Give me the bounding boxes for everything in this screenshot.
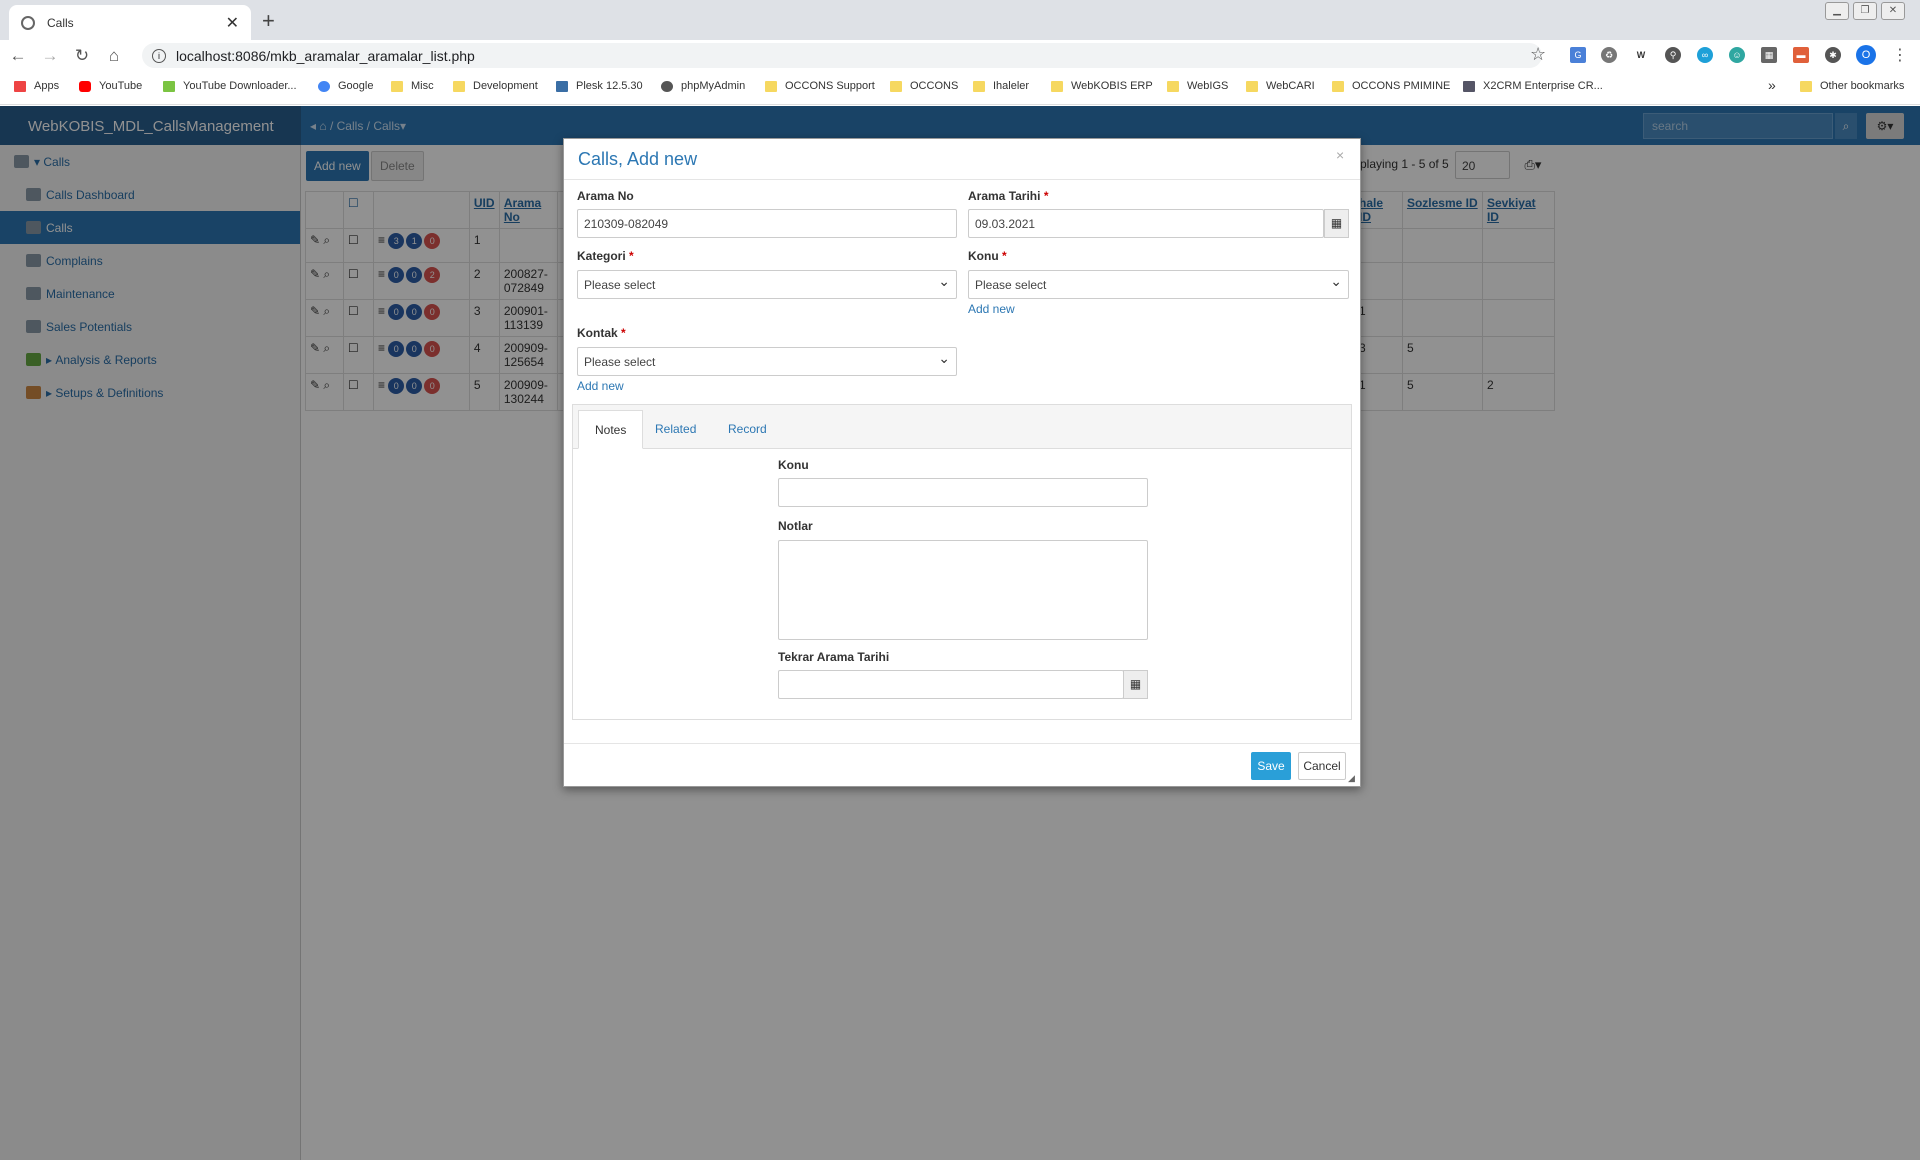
browser-menu-icon[interactable]: ⋮ [1892,45,1908,65]
tab-related[interactable]: Related [639,410,712,449]
new-tab-button[interactable]: + [262,8,275,34]
globe-icon [21,15,35,30]
notes-tab-panel: Notes Related Record Konu Notlar Tekrar … [572,404,1352,720]
bookmarks-bar: Apps YouTube YouTube Downloader... Googl… [0,71,1920,105]
address-bar-row: ← → ↻ ⌂ i localhost:8086/mkb_aramalar_ar… [0,40,1920,71]
bookmark-other[interactable]: Other bookmarks [1800,80,1904,92]
bookmark-occons-pmimine[interactable]: OCCONS PMIMINE [1332,80,1450,92]
info-icon[interactable]: i [152,48,166,63]
tab-notes[interactable]: Notes [578,410,644,449]
cancel-button[interactable]: Cancel [1298,752,1346,780]
dialog-title: Calls, Add new [578,149,698,169]
bookmark-misc[interactable]: Misc [391,80,434,92]
reload-icon[interactable]: ↻ [68,46,96,66]
bookmark-google[interactable]: Google [318,80,373,92]
calendar-icon[interactable]: ▦ [1123,670,1148,699]
face-extension-icon[interactable]: ☺ [1729,47,1745,63]
notlar-textarea[interactable] [778,540,1148,640]
save-button[interactable]: Save [1251,752,1291,780]
dialog-close-icon[interactable]: × [1336,147,1344,163]
tekrar-arama-tarihi-field[interactable] [778,670,1124,699]
back-icon[interactable]: ← [4,46,32,66]
notes-konu-label: Konu [778,458,809,472]
tab-bar: Notes Related Record [573,405,1351,449]
bookmark-plesk[interactable]: Plesk 12.5.30 [556,80,643,92]
tekrar-arama-tarihi-label: Tekrar Arama Tarihi [778,650,890,664]
cc-extension-icon[interactable]: ∞ [1697,47,1713,63]
footer-divider [564,743,1360,744]
resize-handle-icon[interactable]: ◢ [1348,773,1355,784]
restore-icon[interactable]: ❐ [1853,2,1877,20]
url-text: localhost:8086/mkb_aramalar_aramalar_lis… [176,47,475,64]
arama-tarihi-label: Arama Tarihi * [968,189,1049,203]
arama-no-label: Arama No [577,189,634,203]
notes-konu-field[interactable] [778,478,1148,507]
notlar-label: Notlar [778,519,813,533]
calendar-icon[interactable]: ▦ [1324,209,1349,238]
kontak-select[interactable]: Please select [577,347,957,376]
minimize-icon[interactable]: ▁ [1825,2,1849,20]
puzzle-extensions-icon[interactable]: ✱ [1825,47,1841,63]
arama-no-field[interactable]: 210309-082049 [577,209,957,238]
home-icon[interactable]: ⌂ [100,46,128,66]
bookmark-phpmyadmin[interactable]: phpMyAdmin [661,80,745,92]
kategori-label: Kategori * [577,249,634,263]
tab-record[interactable]: Record [712,410,783,449]
color-extension-icon[interactable]: ▬ [1793,47,1809,63]
bookmark-youtube[interactable]: YouTube [79,80,142,92]
kontak-add-new-link[interactable]: Add new [577,379,624,393]
arama-tarihi-field[interactable]: 09.03.2021 [968,209,1324,238]
bookmark-ihaleler[interactable]: Ihaleler [973,80,1029,92]
divider [564,179,1360,180]
url-field[interactable]: i localhost:8086/mkb_aramalar_aramalar_l… [142,43,1542,68]
add-call-dialog: Calls, Add new × Arama No 210309-082049 … [563,138,1361,787]
bookmark-youtube-downloader[interactable]: YouTube Downloader... [163,80,297,92]
bookmark-x2crm[interactable]: X2CRM Enterprise CR... [1463,80,1603,92]
bookmark-webigs[interactable]: WebIGS [1167,80,1228,92]
bookmark-development[interactable]: Development [453,80,538,92]
browser-tab[interactable]: Calls ✕ [9,5,251,40]
konu-label: Konu * [968,249,1007,263]
tab-title: Calls [47,15,74,30]
forward-icon[interactable]: → [36,46,64,66]
bookmark-webkobis-erp[interactable]: WebKOBIS ERP [1051,80,1153,92]
kategori-select[interactable]: Please select [577,270,957,299]
bookmark-occons[interactable]: OCCONS [890,80,958,92]
konu-select[interactable]: Please select [968,270,1349,299]
kontak-label: Kontak * [577,326,626,340]
wikipedia-extension-icon[interactable]: W [1633,47,1649,63]
bookmark-occons-support[interactable]: OCCONS Support [765,80,875,92]
bookmark-star-icon[interactable]: ☆ [1530,44,1546,65]
profile-avatar[interactable]: O [1856,45,1876,65]
close-tab-icon[interactable]: ✕ [226,13,239,33]
grid-extension-icon[interactable]: ▦ [1761,47,1777,63]
bookmark-webcari[interactable]: WebCARI [1246,80,1315,92]
sync-extension-icon[interactable]: ♻ [1601,47,1617,63]
browser-tab-strip: Calls ✕ + ▁ ❐ ✕ [0,0,1920,40]
translate-extension-icon[interactable]: G [1570,47,1586,63]
window-close-icon[interactable]: ✕ [1881,2,1905,20]
konu-add-new-link[interactable]: Add new [968,302,1015,316]
map-pin-extension-icon[interactable]: ⚲ [1665,47,1681,63]
bookmarks-overflow-icon[interactable]: » [1768,77,1776,93]
bookmark-apps[interactable]: Apps [14,80,59,92]
